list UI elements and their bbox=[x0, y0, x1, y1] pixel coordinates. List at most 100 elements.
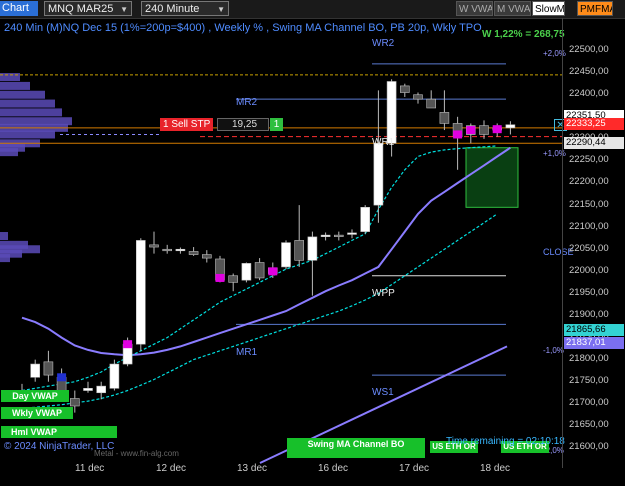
candle-body bbox=[149, 244, 159, 248]
signal-marker bbox=[57, 373, 67, 382]
profile-bar bbox=[0, 130, 55, 139]
date-tick-label: 13 dec bbox=[237, 463, 268, 474]
wr1-label: WR1 bbox=[372, 137, 395, 148]
chart-title: 240 Min (M)NQ Dec 15 (1%=200p=$400) , We… bbox=[4, 22, 482, 34]
date-tick-label: 17 dec bbox=[399, 463, 430, 474]
candle-body bbox=[426, 98, 437, 109]
wr2-label: WR2 bbox=[372, 38, 395, 49]
candle-body bbox=[360, 207, 371, 232]
w-vwap-toggle[interactable]: W VWAP bbox=[456, 1, 493, 16]
candle-body bbox=[136, 240, 146, 345]
chart-toolbar: Chart MNQ MAR25 ▼ 240 Minute ▼ W VWAP M … bbox=[0, 0, 625, 19]
signal-marker bbox=[453, 130, 463, 139]
sell-stop-order-button[interactable]: 1 Sell STP bbox=[160, 118, 213, 131]
chart-menu-button[interactable]: Chart bbox=[0, 1, 38, 16]
candle bbox=[149, 231, 159, 254]
candle-body bbox=[202, 254, 212, 259]
price-tick-label: 21600,00 bbox=[569, 441, 609, 453]
price-tick-label: 21750,00 bbox=[569, 375, 609, 387]
candle bbox=[426, 90, 437, 109]
signal-marker bbox=[466, 126, 476, 135]
pmfma-toggle[interactable]: PMFMA bbox=[577, 1, 613, 16]
candle bbox=[162, 244, 172, 254]
mr2-label: MR2 bbox=[236, 97, 258, 108]
candle-body bbox=[399, 85, 410, 93]
time-axis[interactable]: 11 dec 12 dec 13 dec 16 dec 17 dec 18 dec bbox=[0, 458, 562, 486]
website-credit: Metal - www.fin-alg.com bbox=[94, 449, 179, 458]
candle-body bbox=[96, 385, 106, 394]
profile-bar bbox=[0, 90, 45, 99]
candle bbox=[281, 240, 291, 270]
candle bbox=[96, 381, 106, 400]
candle bbox=[254, 258, 265, 281]
candle bbox=[307, 231, 318, 296]
candle bbox=[188, 247, 199, 256]
candle bbox=[109, 359, 120, 391]
candle bbox=[202, 250, 212, 263]
signal-marker bbox=[123, 340, 133, 349]
candle-body bbox=[83, 388, 93, 391]
price-tick-label: 21950,00 bbox=[569, 286, 609, 298]
chevron-down-icon: ▼ bbox=[120, 5, 128, 14]
interval-select[interactable]: 240 Minute ▼ bbox=[141, 1, 229, 16]
channel-lower-line bbox=[21, 213, 498, 409]
price-tick-label: 22200,00 bbox=[569, 176, 609, 188]
ma-lower-price-label: 21837,01 bbox=[564, 336, 624, 349]
candle bbox=[333, 231, 344, 241]
candle-body bbox=[70, 398, 80, 407]
candle bbox=[439, 90, 450, 131]
profile-bar bbox=[0, 99, 55, 108]
candle-body bbox=[109, 363, 120, 389]
profile-bar bbox=[0, 108, 62, 117]
candle-body bbox=[241, 263, 252, 281]
candle-body bbox=[30, 363, 41, 378]
candle bbox=[413, 92, 423, 104]
price-tick-label: 21900,00 bbox=[569, 308, 609, 320]
slow-ma-toggle[interactable]: SlowMA bbox=[532, 1, 565, 16]
date-tick-label: 18 dec bbox=[480, 463, 511, 474]
tpo-volume-profile bbox=[0, 73, 72, 263]
time-remaining-readout: Time remaining = 02:10:18 bbox=[446, 436, 565, 447]
candle-body bbox=[333, 234, 344, 237]
chart-overlays bbox=[57, 125, 502, 382]
price-tick-label: 21800,00 bbox=[569, 353, 609, 365]
date-tick-label: 12 dec bbox=[156, 463, 187, 474]
price-axis[interactable]: 22500,0022450,0022400,0022350,0022300,00… bbox=[562, 18, 625, 468]
price-tick-label: 22500,00 bbox=[569, 44, 609, 55]
candle bbox=[479, 120, 489, 139]
price-chart[interactable] bbox=[0, 18, 562, 468]
candle bbox=[399, 83, 410, 97]
candle-body bbox=[505, 124, 516, 129]
candle-body bbox=[439, 112, 450, 124]
candle bbox=[360, 205, 371, 234]
moving-average-layer bbox=[21, 145, 511, 464]
candle-body bbox=[43, 361, 54, 376]
candle-body bbox=[413, 94, 423, 100]
order-price-field[interactable]: 19,25 bbox=[217, 118, 269, 131]
candle-body bbox=[188, 251, 199, 255]
candle bbox=[30, 359, 41, 382]
chevron-down-icon: ▼ bbox=[217, 5, 225, 14]
profile-bar bbox=[0, 148, 18, 157]
order-quantity-marker[interactable]: 1 bbox=[270, 118, 283, 131]
interval-value: 240 Minute bbox=[145, 3, 200, 15]
m-vwap-toggle[interactable]: M VWAP bbox=[494, 1, 531, 16]
signal-marker bbox=[268, 267, 278, 276]
price-tick-label: 21700,00 bbox=[569, 397, 609, 409]
price-tick-label: 21650,00 bbox=[569, 419, 609, 431]
candle-body bbox=[307, 236, 318, 261]
candle bbox=[294, 205, 305, 267]
price-tick-label: 22450,00 bbox=[569, 66, 609, 78]
ma-upper-price-label: 21865,66 bbox=[564, 324, 624, 337]
hml-vwap-badge: Hml VWAP bbox=[1, 426, 117, 438]
wpp-label: WPP bbox=[372, 288, 395, 299]
candle bbox=[241, 262, 252, 283]
date-tick-label: 11 dec bbox=[75, 463, 105, 474]
position-box bbox=[465, 147, 519, 208]
price-tick-label: 22000,00 bbox=[569, 264, 609, 276]
candle-body bbox=[386, 81, 397, 144]
instrument-select[interactable]: MNQ MAR25 ▼ bbox=[44, 1, 132, 16]
weekly-percent-readout: W 1,22% = 268,75 bbox=[482, 29, 565, 40]
price-tick-label: 22250,00 bbox=[569, 154, 609, 166]
candle-body bbox=[281, 242, 291, 268]
